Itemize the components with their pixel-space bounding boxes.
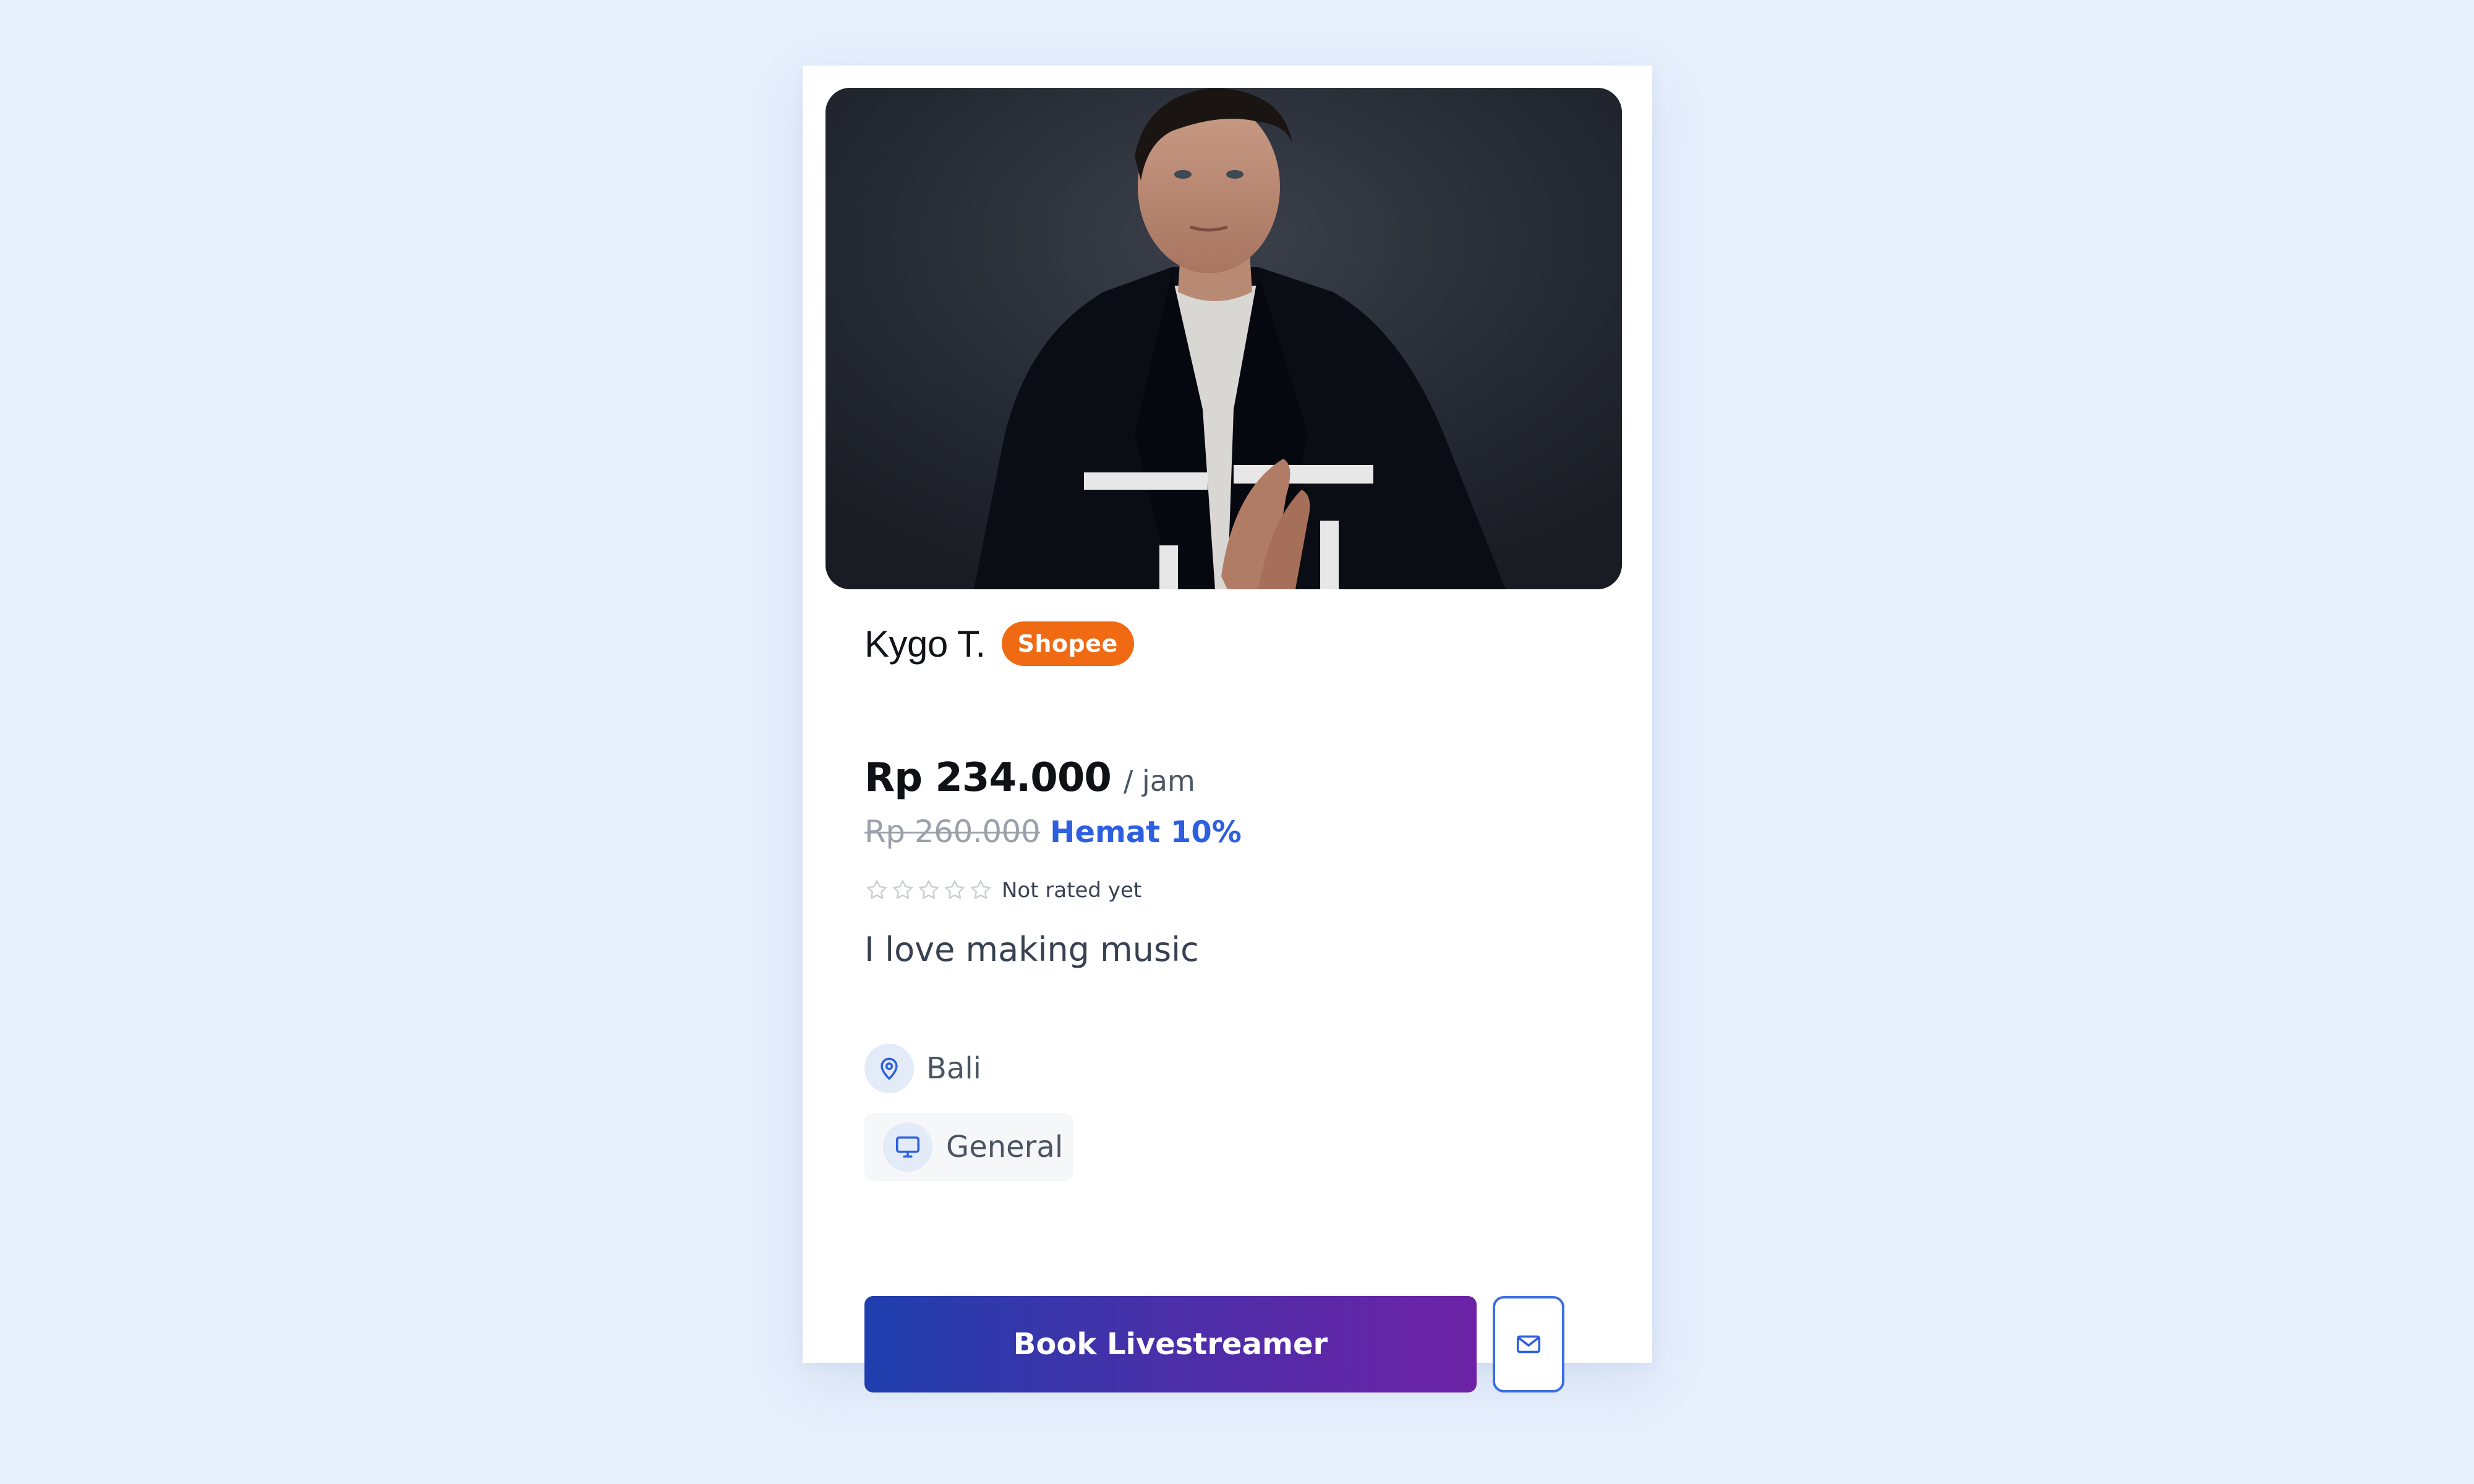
- monitor-icon: [883, 1122, 932, 1172]
- mail-icon: [1516, 1335, 1541, 1354]
- bio-text: I love making music: [864, 930, 1199, 969]
- price-row: Rp 234.000 / jam: [864, 755, 1195, 801]
- price-unit: / jam: [1123, 764, 1195, 798]
- livestreamer-card: Kygo T. Shopee Rp 234.000 / jam Rp 260.0…: [803, 66, 1652, 1392]
- name-row: Kygo T. Shopee: [864, 619, 1134, 668]
- category-text: General: [946, 1130, 1064, 1164]
- book-livestreamer-button[interactable]: Book Livestreamer: [864, 1296, 1477, 1392]
- price: Rp 234.000: [864, 755, 1112, 801]
- rating-text: Not rated yet: [1002, 878, 1142, 903]
- message-button[interactable]: [1493, 1296, 1564, 1392]
- original-price: Rp 260.000: [864, 814, 1041, 850]
- category-chip: General: [864, 1113, 1073, 1181]
- map-pin-icon: [864, 1044, 914, 1093]
- discount-label: Hemat 10%: [1050, 815, 1242, 850]
- rating-row: Not rated yet: [864, 876, 1141, 905]
- star-outline-icon: [945, 880, 965, 899]
- location-text: Bali: [926, 1051, 982, 1086]
- star-outline-icon: [919, 880, 939, 899]
- location-row: Bali: [864, 1044, 981, 1093]
- platform-badge: Shopee: [1001, 621, 1134, 666]
- livestreamer-name: Kygo T.: [864, 623, 986, 665]
- star-outline-icon: [971, 880, 991, 899]
- discount-row: Rp 260.000 Hemat 10%: [864, 814, 1242, 850]
- rating-stars: [864, 878, 993, 903]
- star-outline-icon: [867, 880, 887, 899]
- star-outline-icon: [893, 880, 913, 899]
- profile-photo: [825, 88, 1622, 589]
